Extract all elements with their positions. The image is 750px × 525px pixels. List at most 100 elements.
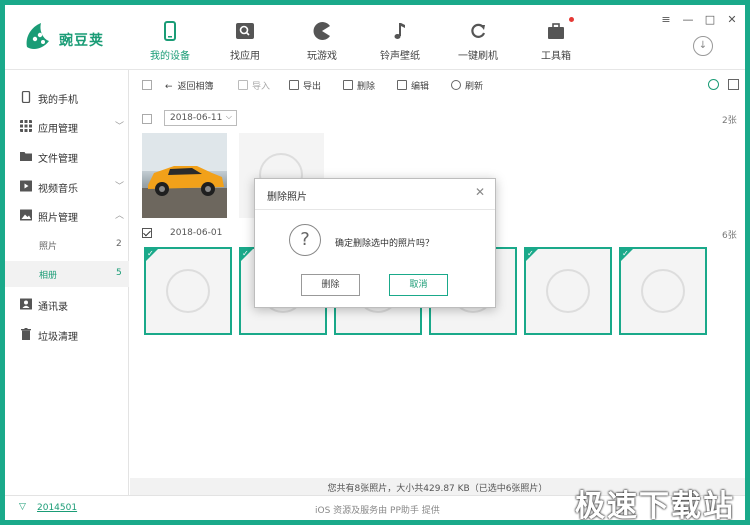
group-date-label: 2018-06-01 [170,228,223,238]
trash-icon [21,328,31,340]
refresh-icon [471,23,486,38]
cancel-button[interactable]: 取消 [389,274,448,296]
arrow-left-icon: ← [165,82,173,92]
check-icon: ✓ [242,249,249,258]
question-icon: ? [289,224,321,256]
nav-one-click-flash[interactable]: 一键刷机 [443,5,513,70]
delete-button[interactable]: 删除 [343,79,375,92]
chevron-down-icon: ﹀ [115,122,125,132]
dialog-divider [255,209,495,210]
video-icon [20,180,32,192]
date-select-value: 2018-06-11 [170,113,223,123]
dialog-message: 确定删除选中的照片吗？ [335,239,435,249]
sidebar-item-contacts[interactable]: 通讯录 [5,290,129,318]
refresh-button[interactable]: 刷新 [451,79,483,92]
sidebar-item-label: 视频音乐 [38,184,78,195]
sidebar-item-video-music[interactable]: 视频音乐 ﹀ [5,172,129,200]
grid-icon [20,120,32,132]
nav-label: 一键刷机 [458,51,498,62]
edit-icon [397,80,407,90]
dialog-title: 删除照片 [267,192,307,203]
photo-thumbnail-selected[interactable]: ✓ [144,247,232,335]
download-icon[interactable]: ↓ [693,36,713,56]
footer-bar: ▽ 2014501 iOS 资源及服务由 PP助手 提供 极速下载站 [5,489,745,520]
version-link[interactable]: 2014501 [37,503,77,513]
edit-label: 编辑 [411,82,430,92]
nav-ringtones-wallpapers[interactable]: 铃声壁纸 [365,5,435,70]
grid-view-icon[interactable] [728,79,739,90]
sidebar-item-label: 应用管理 [38,124,78,135]
minimize-button[interactable]: — [681,13,695,26]
sidebar-item-label: 通讯录 [38,302,68,313]
close-icon[interactable]: ✕ [475,185,485,199]
date-select[interactable]: 2018-06-11 ⌵ [164,110,237,126]
export-icon [289,80,299,90]
sidebar-item-junk-clean[interactable]: 垃圾清理 [5,320,129,348]
group-photo-count: 6张 [722,231,737,241]
trash-icon [343,80,353,90]
image-placeholder-icon [166,269,210,313]
phone-icon [21,91,31,103]
search-box-icon [236,23,254,39]
sidebar: 我的手机 应用管理 ﹀ 文件管理 视频音乐 ﹀ 照片管理 ︿ 照片 2 相册 5 [5,70,129,495]
sidebar-subitem-label: 相册 [39,271,58,281]
nav-label: 找应用 [230,51,260,62]
chevron-down-icon: ⌵ [225,112,232,121]
image-icon [20,209,32,221]
sidebar-item-label: 文件管理 [38,154,78,165]
sidebar-item-file-management[interactable]: 文件管理 [5,142,129,170]
nav-toolbox[interactable]: 工具箱 [521,5,591,70]
group-checkbox[interactable] [142,114,152,124]
phone-icon [164,21,176,41]
nav-my-device[interactable]: 我的设备 [135,5,205,70]
select-all-checkbox[interactable] [142,80,152,90]
back-to-albums-button[interactable]: ← 返回相簿 [165,79,214,92]
timeline-view-icon[interactable] [708,79,719,90]
sidebar-item-label: 我的手机 [38,95,78,106]
delete-label: 删除 [357,82,376,92]
close-button[interactable]: ✕ [725,13,739,26]
check-icon: ✓ [622,249,629,258]
back-label: 返回相簿 [177,82,214,92]
top-nav-bar: 豌豆荚 我的设备 找应用 玩游戏 铃声壁纸 一键刷机 工具箱 ≡ — □ ✕ ↓ [5,5,745,70]
import-button[interactable]: 导入 [238,79,270,92]
photo-toolbar: ← 返回相簿 导入 导出 删除 编辑 刷新 [130,70,745,100]
refresh-label: 刷新 [465,82,484,92]
sidebar-item-label: 照片管理 [38,213,78,224]
image-placeholder-icon [546,269,590,313]
music-note-icon [394,23,405,39]
nav-label: 我的设备 [150,51,190,62]
photo-thumbnail-car[interactable] [142,133,227,218]
sidebar-subitem-count: 2 [116,239,122,249]
folder-icon [20,152,32,161]
edit-button[interactable]: 编辑 [397,79,429,92]
sidebar-item-app-management[interactable]: 应用管理 ﹀ [5,112,129,140]
sidebar-item-label: 垃圾清理 [38,332,78,343]
group-photo-count: 2张 [722,116,737,126]
nav-find-apps[interactable]: 找应用 [210,5,280,70]
watermark-brand: 极速下载站 [575,489,735,520]
sidebar-subitem-albums[interactable]: 相册 5 [5,261,129,287]
logo-text: 豌豆荚 [59,33,104,49]
export-button[interactable]: 导出 [289,79,321,92]
service-provider-text: iOS 资源及服务由 PP助手 提供 [315,506,440,516]
contacts-icon [20,298,32,310]
sidebar-item-my-phone[interactable]: 我的手机 [5,83,129,111]
sidebar-subitem-label: 照片 [39,242,58,252]
sidebar-subitem-photos[interactable]: 照片 2 [5,232,129,258]
photo-thumbnail-selected[interactable]: ✓ [524,247,612,335]
photo-thumbnail-selected[interactable]: ✓ [619,247,707,335]
sidebar-item-photo-management[interactable]: 照片管理 ︿ [5,201,129,229]
confirm-delete-button[interactable]: 删除 [301,274,360,296]
maximize-button[interactable]: □ [703,13,717,26]
refresh-icon [451,80,461,90]
import-icon [238,80,248,90]
chevron-up-icon: ︿ [115,211,125,221]
group-checkbox[interactable] [142,228,152,238]
menu-button[interactable]: ≡ [659,13,673,26]
check-icon: ✓ [527,249,534,258]
nav-games[interactable]: 玩游戏 [287,5,357,70]
image-placeholder-icon [641,269,685,313]
toolbox-icon [548,23,564,39]
chevron-down-icon: ﹀ [115,182,125,192]
